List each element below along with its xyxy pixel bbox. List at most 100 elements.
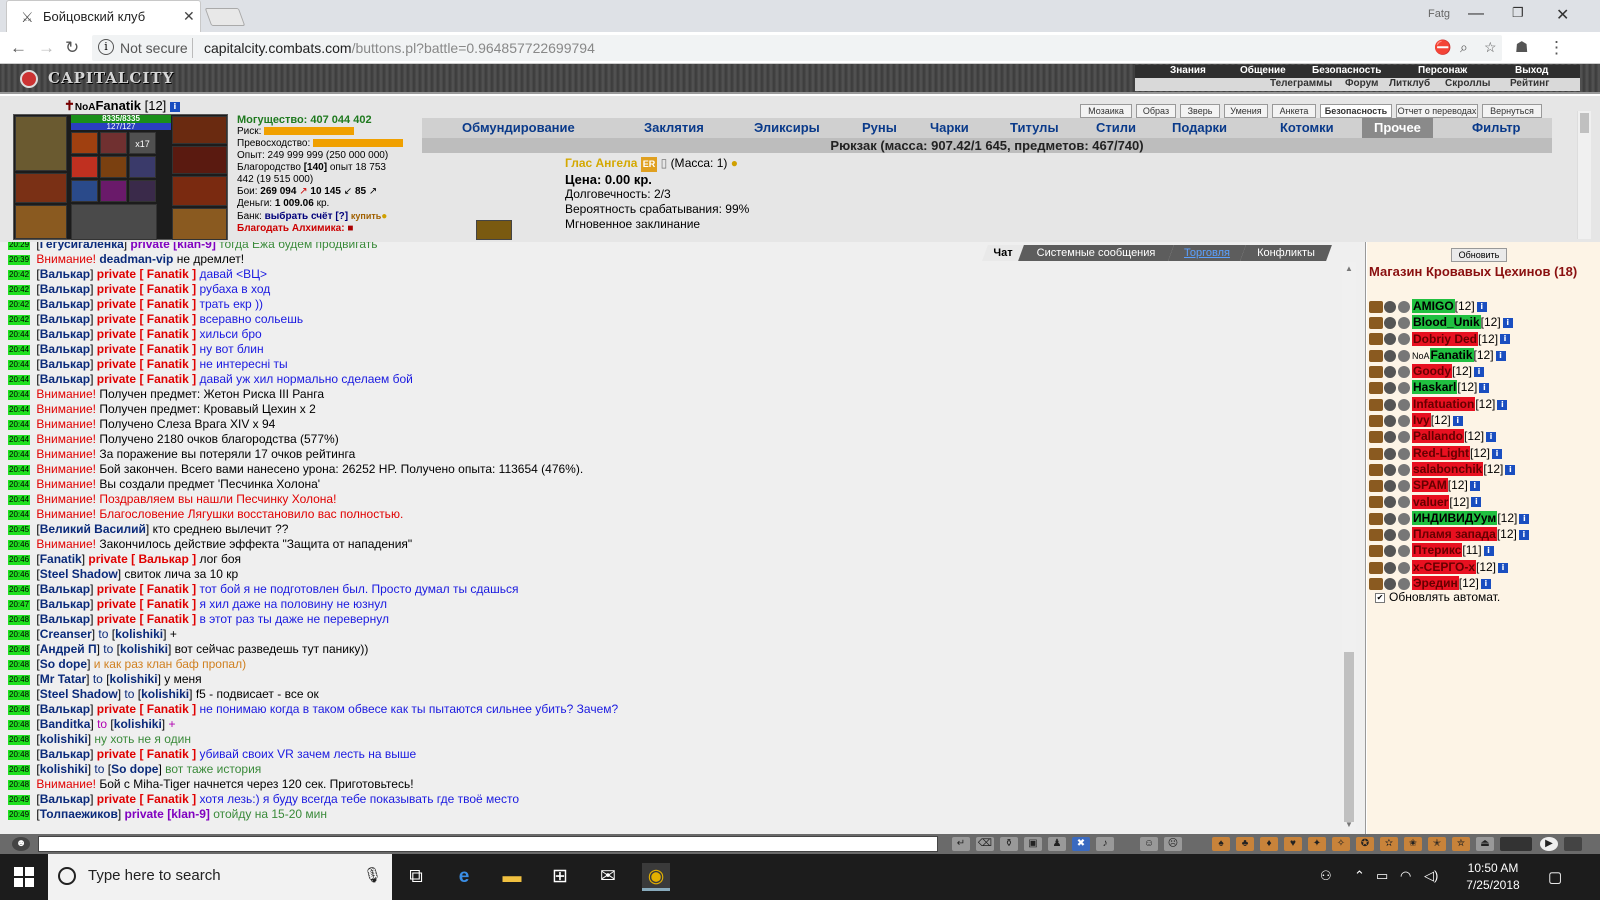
omnibox[interactable]: i Not secure capitalcity.combats.com/but…: [92, 35, 1502, 61]
chat-nick[interactable]: Валькар: [40, 327, 90, 341]
item-image[interactable]: [476, 220, 512, 240]
private-message-icon[interactable]: [1369, 512, 1383, 525]
clan-emblem-icon[interactable]: [1384, 480, 1396, 493]
scroll-up-icon[interactable]: ▲: [1345, 264, 1353, 273]
info-badge-icon[interactable]: i: [1505, 464, 1516, 475]
notifications-icon[interactable]: ▢: [1548, 868, 1562, 886]
player-name[interactable]: Blood_Unik: [1412, 315, 1481, 330]
scroll-down-icon[interactable]: ▼: [1345, 820, 1353, 829]
info-badge-icon[interactable]: i: [1486, 432, 1497, 443]
chat-timestamp[interactable]: 20:48: [8, 734, 31, 745]
extension-icon[interactable]: ☗: [1515, 38, 1528, 56]
stack-badge[interactable]: x17: [129, 132, 156, 154]
chat-nick[interactable]: Creanser: [40, 627, 92, 641]
chrome-icon[interactable]: ◉: [642, 863, 670, 891]
chat-nick[interactable]: So dope: [40, 657, 87, 671]
buy-link[interactable]: купить: [351, 211, 381, 221]
player-name[interactable]: Haskarl: [1412, 380, 1458, 395]
refresh-button[interactable]: Обновить: [1451, 248, 1507, 262]
private-message-icon[interactable]: [1369, 463, 1383, 476]
private-message-icon[interactable]: [1369, 480, 1383, 493]
chat-timestamp[interactable]: 20:42: [8, 299, 31, 310]
chat-timestamp[interactable]: 20:47: [8, 599, 31, 610]
belt-slot[interactable]: [100, 156, 127, 178]
chat-timestamp[interactable]: 20:44: [8, 464, 31, 475]
tab-other[interactable]: Прочее: [1362, 118, 1433, 138]
reload-icon[interactable]: ↻: [65, 38, 79, 58]
chat-nick[interactable]: Mr Tatar: [40, 672, 86, 686]
microphone-icon[interactable]: 🎙: [363, 866, 382, 884]
chat-nick[interactable]: Гегусигаленка: [40, 242, 124, 251]
chat-timestamp[interactable]: 20:46: [8, 554, 31, 565]
clear-icon[interactable]: ⌫: [976, 837, 994, 851]
clan-emblem-icon[interactable]: [1384, 528, 1396, 541]
info-badge-icon[interactable]: i: [169, 101, 180, 112]
chat-timestamp[interactable]: 20:46: [8, 539, 31, 550]
tab-styles[interactable]: Стили: [1096, 120, 1136, 135]
chat-nick[interactable]: Steel Shadow: [40, 687, 118, 701]
filter-icon[interactable]: ⚱: [1000, 837, 1018, 851]
people-icon[interactable]: ♟: [1048, 837, 1066, 851]
more-icon[interactable]: [1564, 837, 1582, 851]
edge-icon[interactable]: e: [450, 863, 478, 891]
clan-emblem-icon[interactable]: [1384, 300, 1396, 313]
ring-slot-2[interactable]: [100, 132, 127, 154]
private-message-icon[interactable]: [1369, 333, 1383, 346]
clan-emblem-icon[interactable]: [1384, 349, 1396, 362]
clan-emblem-icon[interactable]: [1384, 463, 1396, 476]
chat-target[interactable]: Fanatik: [147, 357, 189, 371]
chat-target[interactable]: Fanatik: [147, 297, 189, 311]
character-portrait[interactable]: [71, 204, 157, 240]
smile-sets-icon[interactable]: ☹: [1164, 837, 1182, 851]
clan-emblem-icon[interactable]: [1384, 512, 1396, 525]
nav-rating[interactable]: Рейтинг: [1510, 78, 1549, 89]
amulet-slot[interactable]: [71, 156, 98, 178]
private-message-icon[interactable]: [1369, 382, 1383, 395]
file-explorer-icon[interactable]: ▬: [498, 863, 526, 891]
chat-timestamp[interactable]: 20:44: [8, 389, 31, 400]
new-tab-button[interactable]: [204, 8, 246, 26]
player-name[interactable]: valuer: [1412, 494, 1450, 509]
chat-target[interactable]: Fanatik: [147, 372, 189, 386]
player-entry[interactable]: Haskarl[12] i: [1369, 379, 1597, 395]
pet-button[interactable]: Зверь: [1180, 104, 1220, 118]
tab-titles[interactable]: Титулы: [1010, 120, 1059, 135]
info-badge-icon[interactable]: i: [1476, 301, 1487, 312]
chat-nick[interactable]: Валькар: [40, 612, 90, 626]
chat-scrollbar[interactable]: ▲ ▼: [1342, 262, 1356, 832]
player-entry[interactable]: Ivy[12] i: [1369, 412, 1597, 428]
chat-target[interactable]: klan-9: [177, 242, 212, 251]
nav-knowledge[interactable]: Знания: [1170, 65, 1206, 76]
chat-timestamp[interactable]: 20:46: [8, 569, 31, 580]
close-tab-icon[interactable]: ✕: [183, 8, 195, 25]
play-icon[interactable]: ▶: [1540, 837, 1558, 851]
scroll-thumb[interactable]: [1580, 113, 1589, 133]
send-icon[interactable]: ↵: [952, 837, 970, 851]
chat-target[interactable]: Fanatik: [147, 312, 189, 326]
chat-timestamp[interactable]: 20:48: [8, 749, 31, 760]
player-entry[interactable]: NoAFanatik[12] i: [1369, 347, 1597, 363]
chat-target[interactable]: kolishiki: [141, 687, 189, 701]
nav-exit[interactable]: Выход: [1515, 65, 1548, 76]
info-badge-icon[interactable]: i: [1480, 578, 1491, 589]
info-badge-icon[interactable]: i: [1471, 497, 1482, 508]
chat-timestamp[interactable]: 20:44: [8, 329, 31, 340]
info-badge-icon[interactable]: i: [1452, 415, 1463, 426]
player-entry[interactable]: Infatuation[12] i: [1369, 396, 1597, 412]
armor-slot[interactable]: [15, 173, 67, 203]
info-badge-icon[interactable]: i: [1469, 481, 1480, 492]
alchemist-label[interactable]: Благодать Алхимика:: [237, 223, 345, 234]
chat-nick[interactable]: Валькар: [40, 342, 90, 356]
bracers-slot[interactable]: [172, 146, 227, 174]
chat-timestamp[interactable]: 20:48: [8, 704, 31, 715]
player-name[interactable]: Fanatik: [1429, 347, 1474, 362]
tab-filter[interactable]: Фильтр: [1472, 120, 1521, 135]
chat-nick[interactable]: deadman-vip: [99, 252, 173, 266]
weapon-slot[interactable]: [15, 205, 67, 239]
clan-emblem-icon[interactable]: [1384, 398, 1396, 411]
chat-nick[interactable]: Андрей П: [40, 642, 97, 656]
nav-litclub[interactable]: Литклуб: [1389, 78, 1430, 89]
clan-emblem-icon[interactable]: [1384, 431, 1396, 444]
nav-character[interactable]: Персонаж: [1418, 65, 1467, 76]
chat-timestamp[interactable]: 20:45: [8, 524, 31, 535]
